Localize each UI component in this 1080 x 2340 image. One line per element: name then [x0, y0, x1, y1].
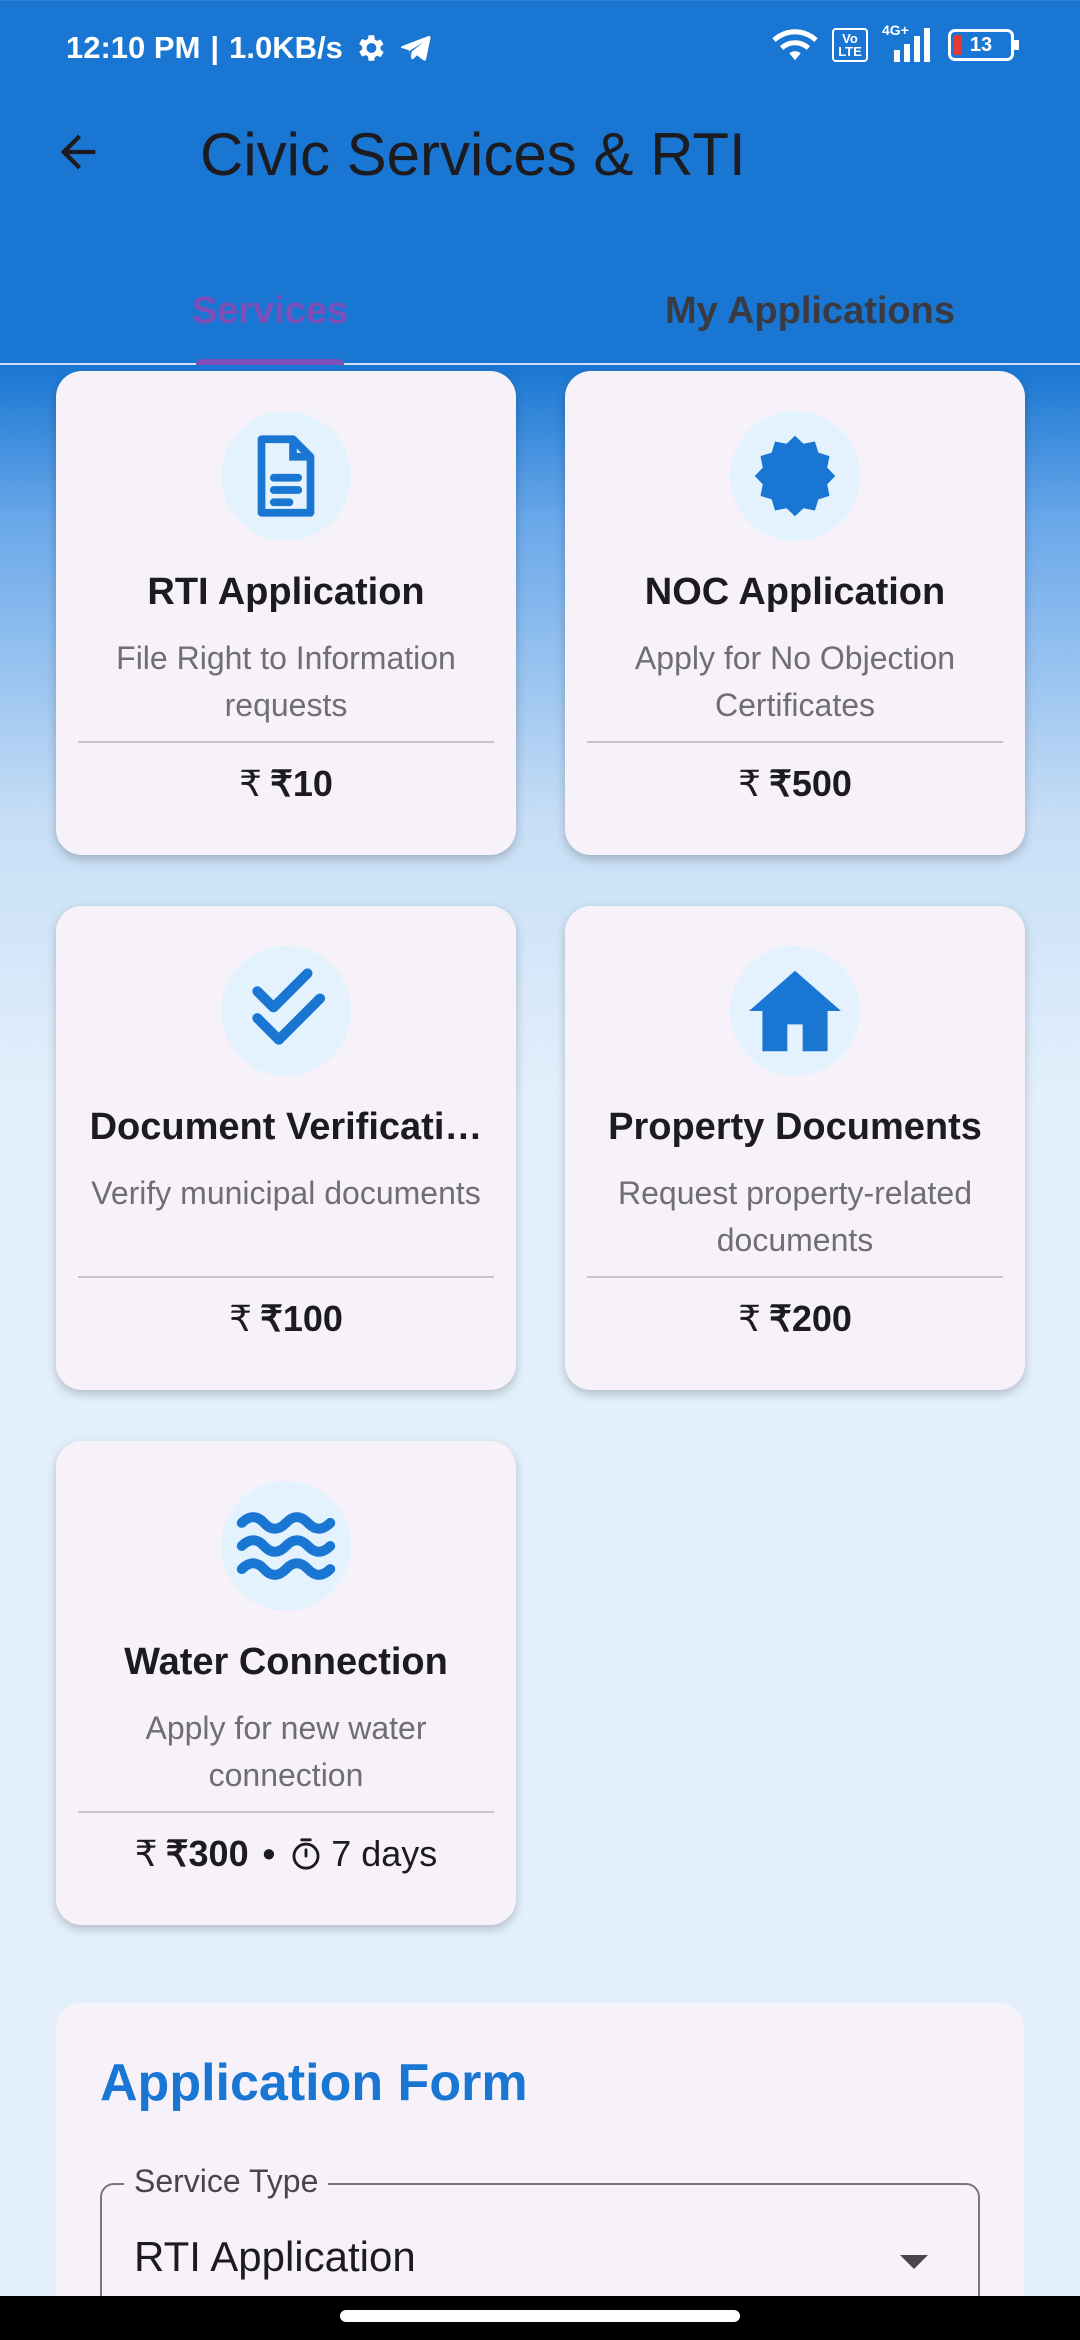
rupee-icon: ₹ — [229, 1298, 252, 1339]
service-title: Document Verificati… — [89, 1106, 483, 1148]
service-price-row: ₹ ₹200 — [565, 1298, 1025, 1340]
water-icon — [236, 1512, 336, 1580]
service-duration: 7 days — [331, 1833, 438, 1874]
volte-icon: Vo LTE — [832, 28, 868, 62]
application-form-card: Application Form Service Type RTI Applic… — [56, 2003, 1024, 2340]
tab-my-applications-label: My Applications — [665, 290, 955, 332]
rupee-icon: ₹ — [738, 1298, 761, 1339]
service-type-label: Service Type — [124, 2163, 329, 2200]
battery-icon: 13 — [948, 29, 1019, 61]
battery-level: 13 — [969, 33, 993, 56]
service-description: File Right to Information requests — [116, 640, 456, 723]
service-price: ₹500 — [768, 763, 852, 804]
arrow-back-icon — [60, 134, 96, 170]
service-type-value: RTI Application — [134, 2233, 416, 2280]
status-bar-right: Vo LTE 4G+ 13 — [772, 22, 1019, 62]
dropdown-arrow-icon — [900, 2255, 928, 2269]
service-description: Request property-related documents — [618, 1175, 972, 1258]
status-network-speed: 1.0KB/s — [229, 30, 343, 65]
status-bar-left: 12:10 PM | 1.0KB/s — [66, 30, 433, 66]
service-icon-container — [221, 411, 351, 541]
rupee-icon: ₹ — [239, 763, 262, 804]
bullet-separator: • — [262, 1833, 276, 1874]
card-divider — [78, 1811, 494, 1813]
service-description: Apply for new water connection — [145, 1710, 427, 1793]
service-price: ₹10 — [269, 763, 333, 804]
network-type: 4G+ — [882, 22, 909, 38]
home-gesture-handle[interactable] — [340, 2310, 740, 2322]
tab-bar: Services My Applications — [0, 260, 1080, 365]
document-icon — [257, 435, 315, 517]
page-title: Civic Services & RTI — [200, 121, 746, 188]
card-divider — [78, 1276, 494, 1278]
signal-icon: 4G+ — [882, 22, 934, 62]
service-description: Verify municipal documents — [91, 1175, 481, 1211]
double-check-icon — [252, 968, 326, 1045]
status-time: 12:10 PM — [66, 30, 201, 65]
service-icon-container — [221, 946, 351, 1076]
card-divider — [587, 741, 1003, 743]
service-description: Apply for No Objection Certificates — [634, 640, 956, 723]
back-button[interactable] — [46, 120, 110, 184]
service-card-property-documents[interactable]: Property Documents Request property-rela… — [565, 906, 1025, 1390]
tab-services[interactable]: Services — [0, 260, 540, 365]
service-icon-container — [730, 946, 860, 1076]
home-icon — [749, 970, 841, 1052]
tab-my-applications[interactable]: My Applications — [540, 260, 1080, 363]
service-title: Property Documents — [608, 1106, 982, 1148]
service-price: ₹300 — [165, 1833, 249, 1874]
card-divider — [587, 1276, 1003, 1278]
service-card-water-connection[interactable]: Water Connection Apply for new water con… — [56, 1441, 516, 1925]
gear-icon — [353, 31, 387, 65]
service-icon-container — [221, 1481, 351, 1611]
badge-icon — [754, 435, 836, 517]
service-price-row: ₹ ₹500 — [565, 763, 1025, 805]
service-price-row: ₹ ₹300 • 7 days — [56, 1833, 516, 1875]
service-card-noc[interactable]: NOC Application Apply for No Objection C… — [565, 371, 1025, 855]
service-price-row: ₹ ₹10 — [56, 763, 516, 805]
system-nav-bar — [0, 2296, 1080, 2340]
status-separator: | — [210, 30, 220, 65]
card-divider — [78, 741, 494, 743]
status-bar: 12:10 PM | 1.0KB/s Vo LTE 4G+ 13 — [0, 0, 1080, 100]
service-price: ₹100 — [259, 1298, 343, 1339]
service-title: RTI Application — [147, 571, 425, 613]
service-icon-container — [730, 411, 860, 541]
service-card-document-verification[interactable]: Document Verificati… Verify municipal do… — [56, 906, 516, 1390]
wifi-icon — [772, 28, 818, 62]
form-title: Application Form — [100, 2054, 528, 2112]
service-title: NOC Application — [644, 571, 946, 613]
timer-icon — [292, 1838, 320, 1870]
service-price-row: ₹ ₹100 — [56, 1298, 516, 1340]
tab-indicator — [196, 359, 344, 365]
service-card-rti[interactable]: RTI Application File Right to Informatio… — [56, 371, 516, 855]
rupee-icon: ₹ — [738, 763, 761, 804]
service-price: ₹200 — [768, 1298, 852, 1339]
telegram-icon — [397, 31, 433, 65]
app-bar: Civic Services & RTI — [0, 100, 1080, 260]
tab-services-label: Services — [191, 290, 349, 332]
service-title: Water Connection — [124, 1641, 448, 1683]
rupee-icon: ₹ — [134, 1833, 158, 1874]
